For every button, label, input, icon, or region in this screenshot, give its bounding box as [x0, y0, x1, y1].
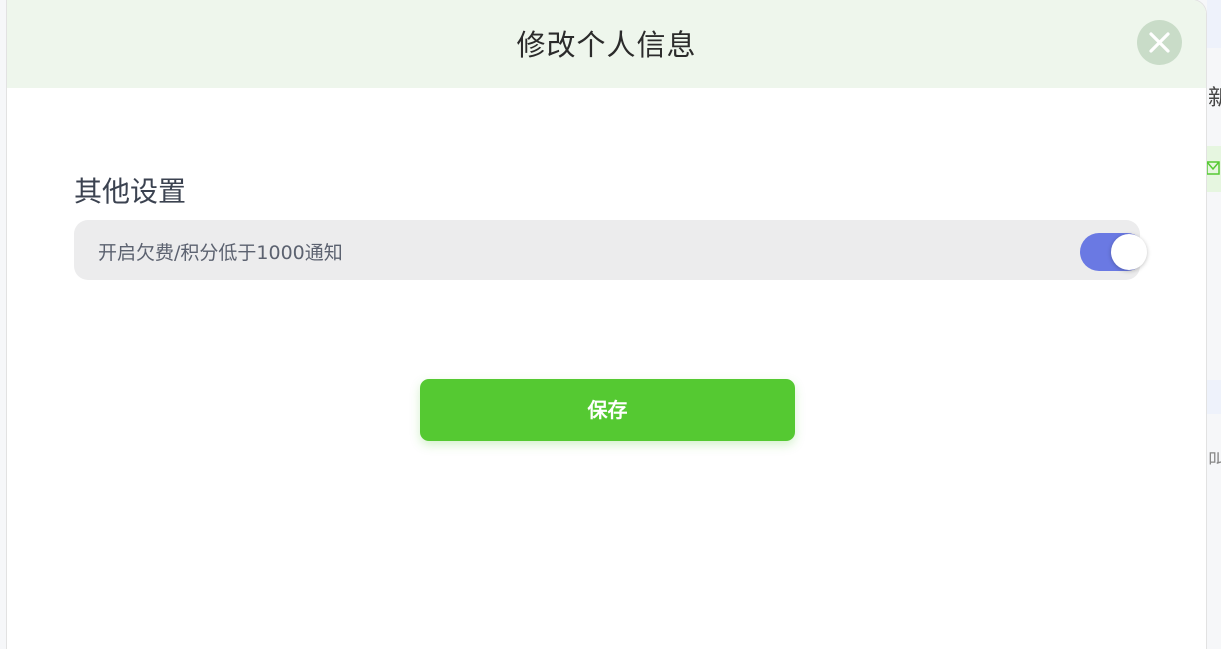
background-text-fragment: 新: [1208, 86, 1221, 111]
modal-header: 修改个人信息: [7, 0, 1206, 88]
save-button[interactable]: 保存: [420, 379, 795, 441]
edit-profile-modal: 修改个人信息 其他设置 开启欠费/积分低于1000通知 保存: [7, 0, 1206, 649]
close-button[interactable]: [1137, 20, 1182, 65]
background-text-fragment-2: 叫: [1208, 450, 1221, 471]
setting-label: 开启欠费/积分低于1000通知: [98, 242, 343, 264]
modal-title: 修改个人信息: [516, 28, 697, 62]
background-row-strip: [1207, 380, 1221, 414]
arrears-notification-toggle[interactable]: [1080, 233, 1147, 271]
mail-icon: [1206, 161, 1220, 175]
toggle-knob: [1111, 234, 1147, 270]
background-mail-strip: [1206, 146, 1221, 192]
section-title-other-settings: 其他设置: [74, 175, 187, 208]
background-header-strip: [1207, 0, 1221, 48]
setting-row-arrears-notification: 开启欠费/积分低于1000通知: [74, 220, 1147, 280]
close-icon: [1149, 32, 1170, 53]
